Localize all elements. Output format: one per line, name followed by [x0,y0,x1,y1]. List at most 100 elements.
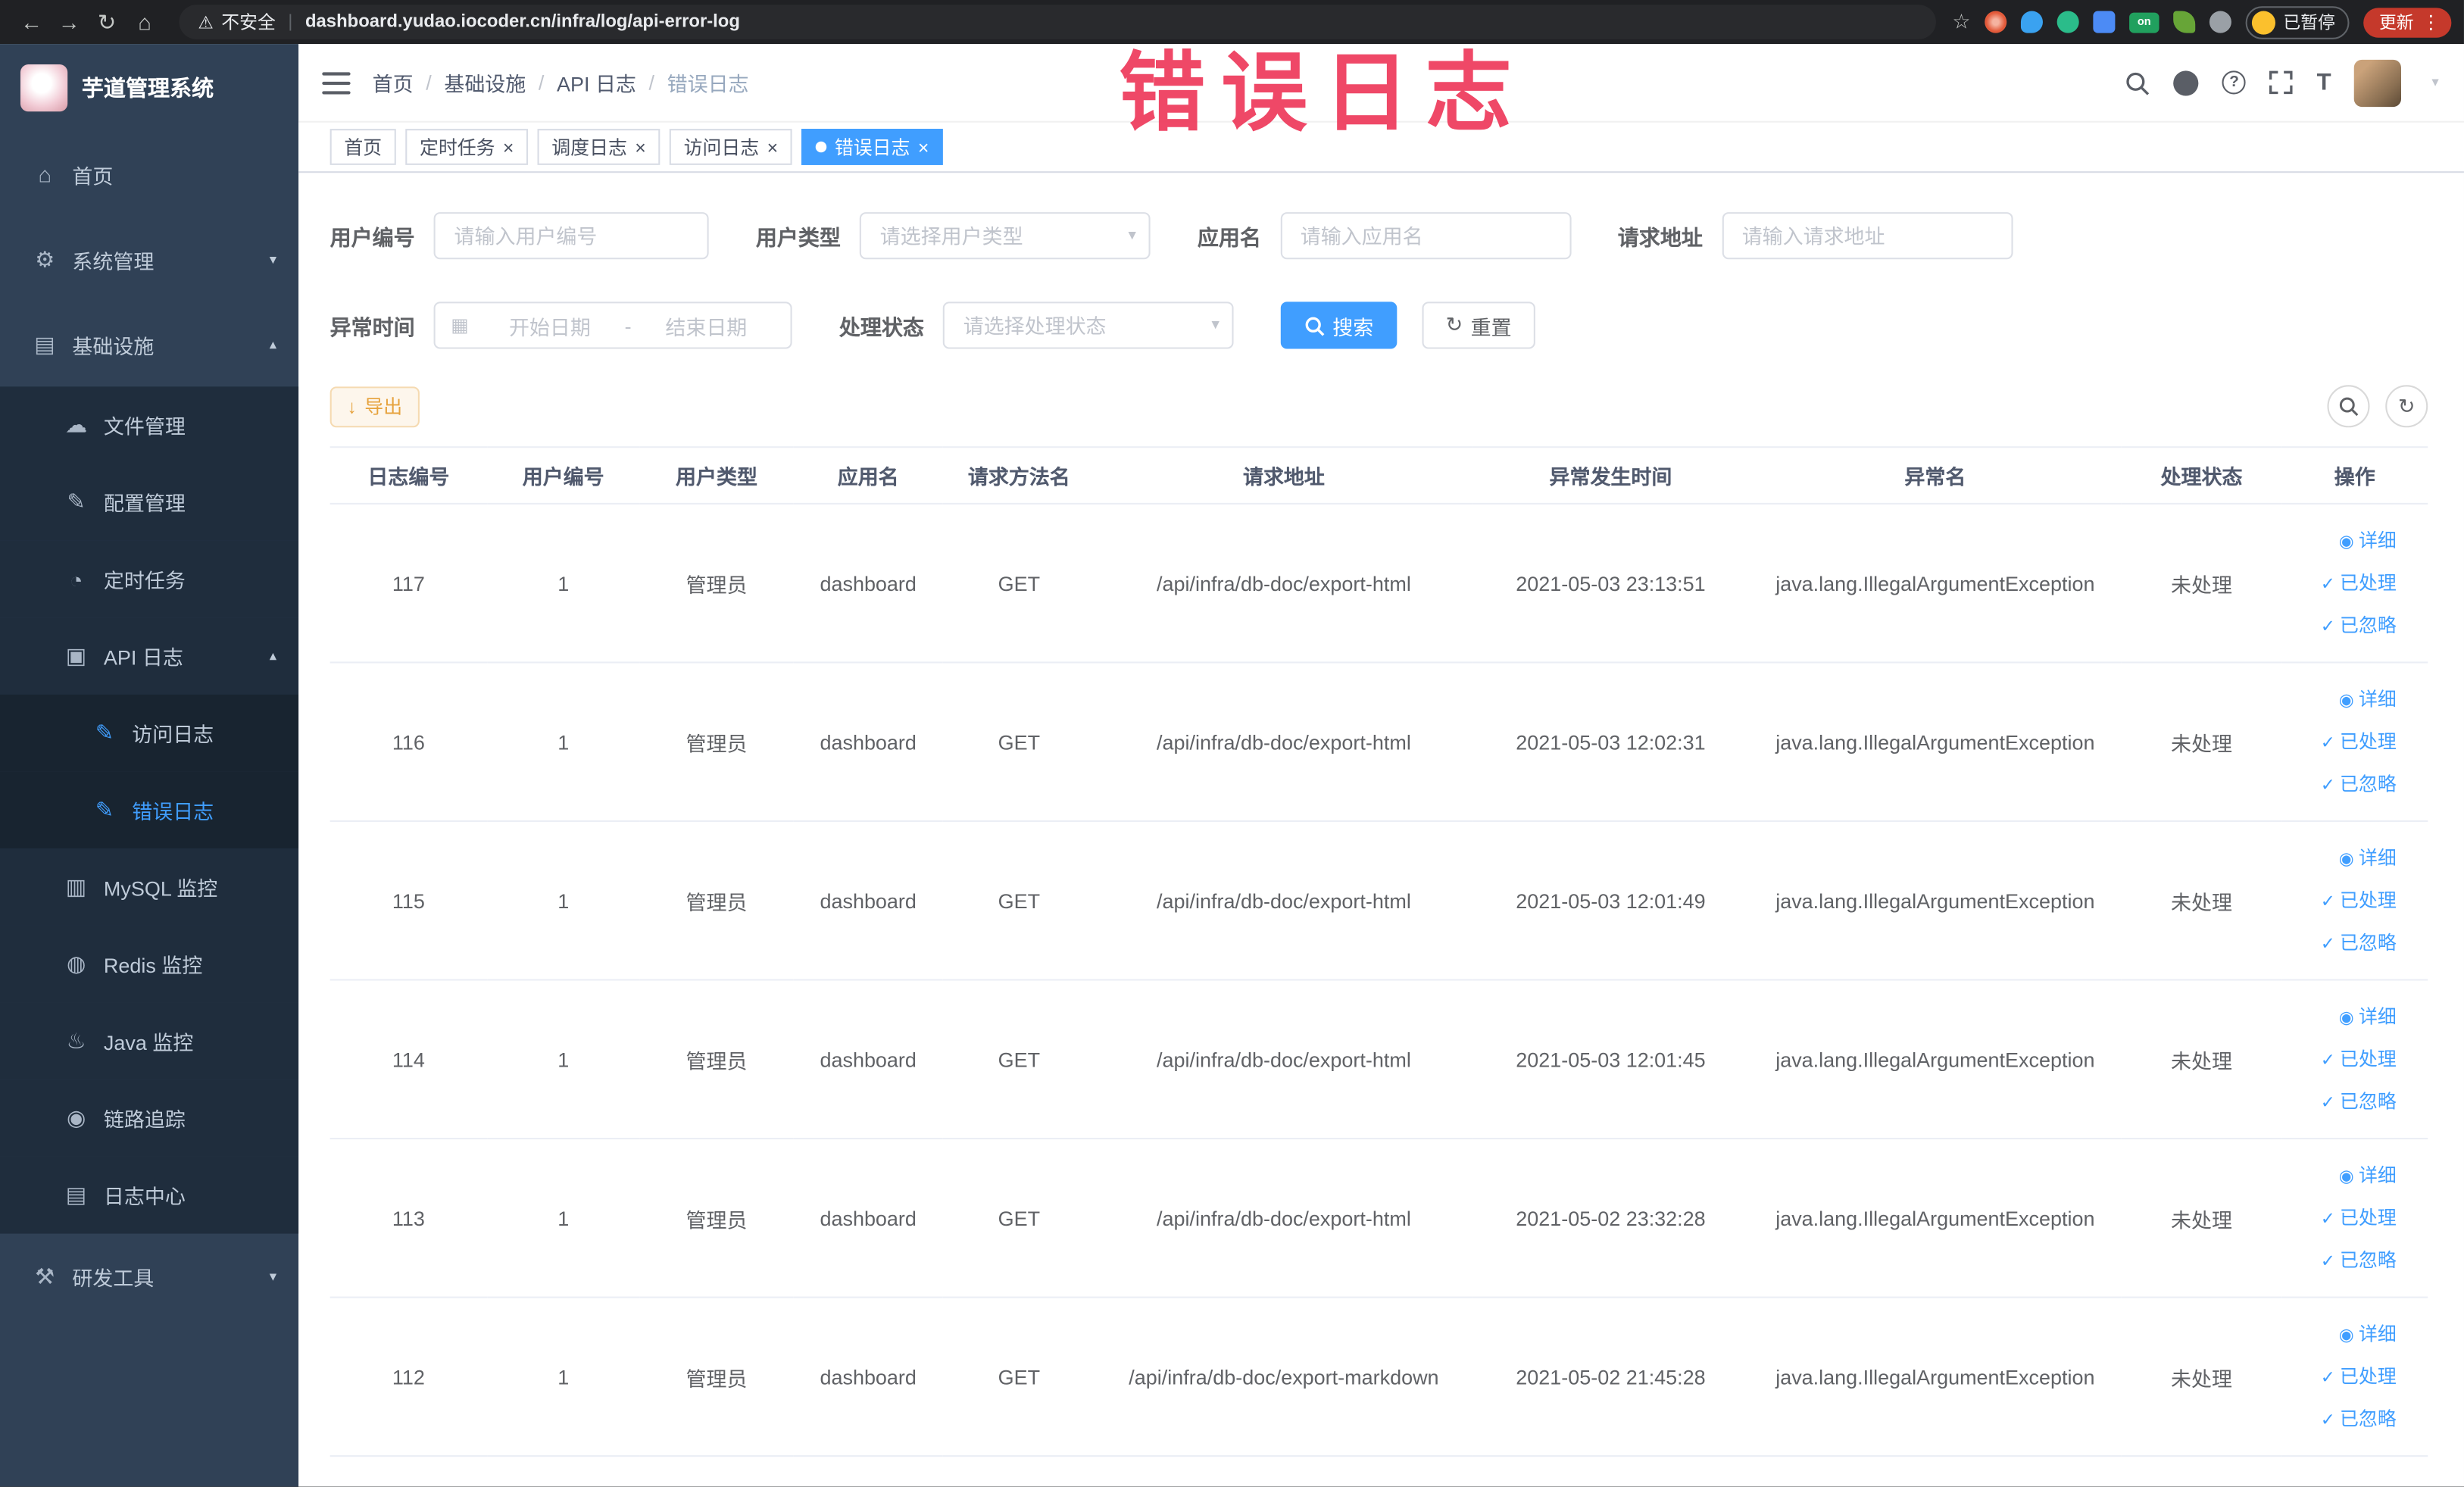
extension-adblock-icon[interactable] [1985,11,2007,33]
processed-link[interactable]: ✓ 已处理 [2288,562,2397,604]
sidebar-item-log-center[interactable]: ▤ 日志中心 [0,1156,299,1234]
processed-link[interactable]: ✓ 已处理 [2288,1197,2397,1239]
extension-grid-icon[interactable] [2093,11,2116,33]
close-icon[interactable]: × [918,138,929,157]
tab-error-log[interactable]: 错误日志 × [801,129,944,165]
col-actions: 操作 [2281,446,2428,505]
cell-actions: ◉ 详细 ✓ 已处理 ✓ 已忽略 [2281,503,2428,664]
extension-vpn-on-icon[interactable]: on [2129,11,2160,33]
app-name-input[interactable] [1279,212,1571,260]
status-select-input[interactable] [942,301,1234,349]
sidebar-item-system-management[interactable]: ⚙ 系统管理 ▾ [0,217,298,301]
breadcrumb-infrastructure[interactable]: 基础设施 [444,67,526,97]
reset-button[interactable]: ↻ 重置 [1422,301,1535,349]
ignored-link[interactable]: ✓ 已忽略 [2288,763,2397,805]
detail-link[interactable]: ◉ 详细 [2288,837,2397,879]
export-button-label: 导出 [364,395,403,418]
chevron-down-icon[interactable]: ▾ [2431,74,2438,92]
ignored-link[interactable]: ✓ 已忽略 [2288,922,2397,964]
profile-paused-badge[interactable]: 已暂停 [2245,5,2350,39]
forward-icon[interactable]: → [50,9,88,34]
tab-scheduled-tasks[interactable]: 定时任务 × [405,129,529,165]
breadcrumb-home[interactable]: 首页 [373,67,414,97]
sidebar-item-dev-tools[interactable]: ⚒ 研发工具 ▾ [0,1234,298,1319]
processed-link-label: 已处理 [2340,729,2397,752]
refresh-icon: ↻ [2397,393,2416,417]
detail-link[interactable]: ◉ 详细 [2288,678,2397,720]
font-size-icon[interactable]: T [2317,69,2331,95]
user-type-select[interactable]: ▾ [859,212,1151,260]
processed-link[interactable]: ✓ 已处理 [2288,720,2397,763]
user-avatar[interactable] [2354,58,2402,107]
detail-link[interactable]: ◉ 详细 [2288,995,2397,1038]
date-end-placeholder: 结束日期 [665,314,748,339]
extension-leaf-icon[interactable] [2173,11,2196,33]
tab-home[interactable]: 首页 [329,129,396,165]
close-icon[interactable]: × [767,138,779,157]
help-icon[interactable]: ? [2222,70,2247,95]
search-button[interactable]: 搜索 [1280,301,1398,349]
cell-request-method: GET [942,503,1095,664]
request-url-input[interactable] [1721,212,2013,260]
tab-access-log[interactable]: 访问日志 × [669,129,792,165]
ignored-link-label: 已忽略 [2340,772,2397,795]
ignored-link[interactable]: ✓ 已忽略 [2288,604,2397,647]
back-icon[interactable]: ← [13,9,51,34]
extension-tampermonkey-icon[interactable] [2056,11,2079,33]
sidebar-item-home[interactable]: ⌂ 首页 [0,132,298,217]
fullscreen-icon[interactable] [2269,70,2294,95]
detail-link[interactable]: ◉ 详细 [2288,520,2397,562]
close-icon[interactable]: × [503,138,514,157]
cell-exception-time: 2021-05-03 12:01:49 [1472,820,1750,981]
extension-drop-icon[interactable] [2020,11,2043,33]
sidebar-item-api-logs[interactable]: ▣ API 日志 ▴ [0,617,299,695]
reload-icon[interactable]: ↻ [88,8,126,35]
bookmark-star-icon[interactable]: ☆ [1952,9,1970,34]
sidebar-item-link-tracing[interactable]: ◉ 链路追踪 [0,1079,299,1157]
browser-update-button[interactable]: 更新 ⋮ [2363,7,2452,37]
sidebar-item-error-log[interactable]: ✎ 错误日志 [0,771,299,849]
sidebar-item-config-management[interactable]: ✎ 配置管理 [0,464,299,541]
sidebar-item-mysql-monitor[interactable]: ▥ MySQL 监控 [0,848,299,926]
exception-time-range-picker[interactable]: ▦ 开始日期 - 结束日期 [433,301,792,349]
sidebar-item-file-management[interactable]: ☁ 文件管理 [0,386,299,464]
close-icon[interactable]: × [635,138,646,157]
sidebar-item-infrastructure[interactable]: ▤ 基础设施 ▴ [0,301,298,386]
processed-link[interactable]: ✓ 已处理 [2288,1038,2397,1080]
refresh-table-button[interactable]: ↻ [2385,385,2428,428]
sidebar-item-scheduled-tasks[interactable]: ◔ 定时任务 [0,540,299,618]
detail-link[interactable]: ◉ 详细 [2288,1154,2397,1197]
page-content: 用户编号 用户类型 ▾ 应用名 请 [298,173,2464,1486]
github-icon[interactable] [2173,70,2199,95]
error-log-table: 日志编号 用户编号 用户类型 应用名 请求方法名 请求地址 异常发生时间 异常名… [329,446,2428,1457]
tab-schedule-log[interactable]: 调度日志 × [537,129,661,165]
ignored-link[interactable]: ✓ 已忽略 [2288,1398,2397,1440]
processed-link[interactable]: ✓ 已处理 [2288,1355,2397,1398]
cell-exception-name: java.lang.IllegalArgumentException [1749,503,2122,664]
check-icon: ✓ [2320,1092,2335,1112]
detail-link[interactable]: ◉ 详细 [2288,1313,2397,1355]
browser-home-icon[interactable]: ⌂ [126,9,164,34]
eye-icon: ◉ [2338,1007,2354,1027]
user-id-input[interactable] [433,212,709,260]
url-bar[interactable]: ⚠ 不安全 | dashboard.yudao.iocoder.cn/infra… [179,5,1937,39]
export-button[interactable]: ↓ 导出 [329,386,420,427]
table-row: 115 1 管理员 dashboard GET /api/infra/db-do… [329,820,2428,981]
ignored-link[interactable]: ✓ 已忽略 [2288,1080,2397,1123]
search-icon[interactable] [2125,70,2150,95]
ignored-link[interactable]: ✓ 已忽略 [2288,1239,2397,1282]
sidebar-item-java-monitor[interactable]: ♨ Java 监控 [0,1002,299,1080]
extension-paw-icon[interactable] [2209,11,2231,33]
sidebar-item-redis-monitor[interactable]: ◍ Redis 监控 [0,925,299,1003]
col-user-type: 用户类型 [639,446,794,505]
toggle-search-button[interactable] [2327,385,2370,428]
sidebar-item-label: 文件管理 [103,414,186,439]
sidebar-item-access-log[interactable]: ✎ 访问日志 [0,694,299,772]
hamburger-icon[interactable] [322,71,351,94]
status-select[interactable]: ▾ [942,301,1234,349]
user-type-select-input[interactable] [859,212,1151,260]
processed-link[interactable]: ✓ 已处理 [2288,879,2397,922]
breadcrumb-api-logs[interactable]: API 日志 [557,67,636,97]
cell-exception-time: 2021-05-03 12:02:31 [1472,662,1750,823]
browser-menu-icon: ⋮ [2421,11,2441,33]
